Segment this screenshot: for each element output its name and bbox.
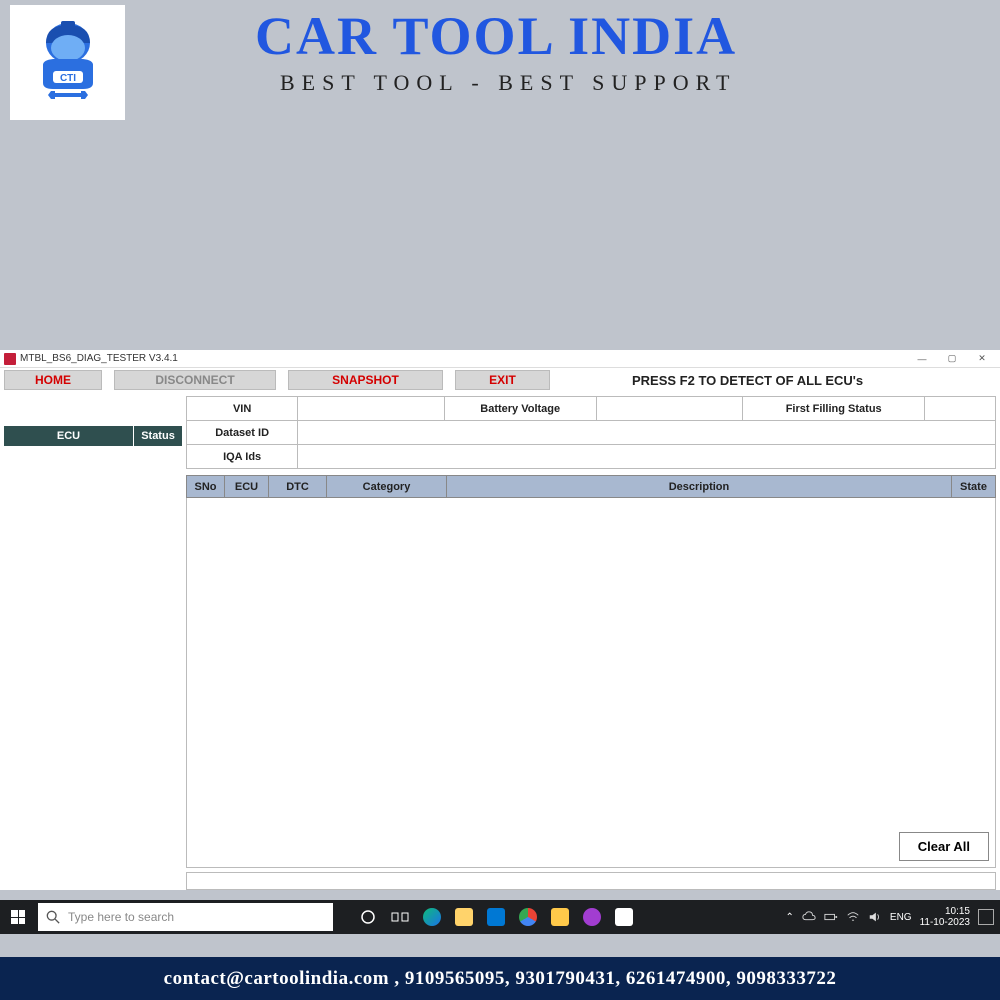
content: VIN Battery Voltage First Filling Status…	[186, 396, 996, 890]
status-bar	[186, 872, 996, 890]
chrome-icon[interactable]	[513, 902, 543, 932]
contact-footer: contact@cartoolindia.com , 9109565095, 9…	[0, 957, 1000, 1000]
toolbar: HOME DISCONNECT SNAPSHOT EXIT PRESS F2 T…	[0, 368, 1000, 392]
dataset-label: Dataset ID	[187, 421, 298, 445]
iqa-value	[298, 445, 996, 469]
close-button[interactable]: ✕	[968, 352, 996, 366]
col-sno[interactable]: SNo	[187, 476, 225, 498]
windows-icon	[11, 910, 25, 924]
explorer-icon[interactable]	[449, 902, 479, 932]
dtc-body: Clear All	[186, 498, 996, 868]
edge-icon[interactable]	[417, 902, 447, 932]
sidebar-ecu-header: ECU	[4, 426, 134, 446]
system-tray: ⌃ ENG 10:15 11-10-2023	[786, 906, 1000, 928]
start-button[interactable]	[0, 900, 36, 934]
battery-label: Battery Voltage	[444, 397, 596, 421]
filling-value	[925, 397, 996, 421]
home-button[interactable]: HOME	[4, 370, 102, 390]
svg-text:CTI: CTI	[59, 73, 75, 84]
titlebar: MTBL_BS6_DIAG_TESTER V3.4.1 — ▢ ✕	[0, 350, 1000, 368]
window-title: MTBL_BS6_DIAG_TESTER V3.4.1	[20, 353, 178, 364]
col-description[interactable]: Description	[447, 476, 952, 498]
brand-subtitle: BEST TOOL - BEST SUPPORT	[280, 70, 736, 96]
sidebar-status-header: Status	[134, 426, 182, 446]
battery-value	[596, 397, 743, 421]
filling-label: First Filling Status	[743, 397, 925, 421]
time: 10:15	[920, 906, 970, 917]
cortana-icon[interactable]	[353, 902, 383, 932]
clear-all-button[interactable]: Clear All	[899, 832, 989, 861]
info-table: VIN Battery Voltage First Filling Status…	[186, 396, 996, 469]
sidebar: ECU Status	[4, 396, 182, 890]
col-dtc[interactable]: DTC	[269, 476, 327, 498]
mechanic-icon: CTI	[23, 15, 113, 110]
tray-chevron-icon[interactable]: ⌃	[786, 912, 794, 923]
maximize-button[interactable]: ▢	[938, 352, 966, 366]
date: 11-10-2023	[920, 917, 970, 928]
dtc-table: SNo ECU DTC Category Description State	[186, 475, 996, 498]
wifi-icon[interactable]	[846, 910, 860, 924]
disconnect-button[interactable]: DISCONNECT	[114, 370, 276, 390]
brand-title: CAR TOOL INDIA	[255, 5, 737, 67]
language-indicator[interactable]: ENG	[890, 912, 912, 923]
exit-button[interactable]: EXIT	[455, 370, 550, 390]
clock[interactable]: 10:15 11-10-2023	[920, 906, 970, 928]
taskbar-apps	[353, 902, 639, 932]
search-placeholder: Type here to search	[68, 910, 174, 924]
folder-icon[interactable]	[545, 902, 575, 932]
cloud-icon[interactable]	[802, 910, 816, 924]
app-purple-icon[interactable]	[577, 902, 607, 932]
dataset-value	[298, 421, 996, 445]
windows-taskbar: Type here to search ⌃ ENG 10:15 11-10-20…	[0, 900, 1000, 934]
col-category[interactable]: Category	[327, 476, 447, 498]
detect-hint: PRESS F2 TO DETECT OF ALL ECU's	[632, 373, 863, 388]
app-window: MTBL_BS6_DIAG_TESTER V3.4.1 — ▢ ✕ HOME D…	[0, 350, 1000, 890]
taskbar-search[interactable]: Type here to search	[38, 903, 333, 931]
col-ecu[interactable]: ECU	[225, 476, 269, 498]
volume-icon[interactable]	[868, 910, 882, 924]
vin-label: VIN	[187, 397, 298, 421]
vin-value	[298, 397, 445, 421]
col-state[interactable]: State	[952, 476, 996, 498]
sidebar-header: ECU Status	[4, 426, 182, 446]
minimize-button[interactable]: —	[908, 352, 936, 366]
snapshot-button[interactable]: SNAPSHOT	[288, 370, 443, 390]
battery-icon[interactable]	[824, 910, 838, 924]
iqa-label: IQA Ids	[187, 445, 298, 469]
contact-text: contact@cartoolindia.com , 9109565095, 9…	[164, 968, 837, 990]
page-header: CTI CAR TOOL INDIA BEST TOOL - BEST SUPP…	[0, 0, 1000, 350]
taskview-icon[interactable]	[385, 902, 415, 932]
app-icon	[4, 353, 16, 365]
search-icon	[46, 910, 60, 924]
notifications-icon[interactable]	[978, 909, 994, 925]
app-red-icon[interactable]	[609, 902, 639, 932]
mail-icon[interactable]	[481, 902, 511, 932]
brand-logo: CTI	[10, 5, 125, 120]
